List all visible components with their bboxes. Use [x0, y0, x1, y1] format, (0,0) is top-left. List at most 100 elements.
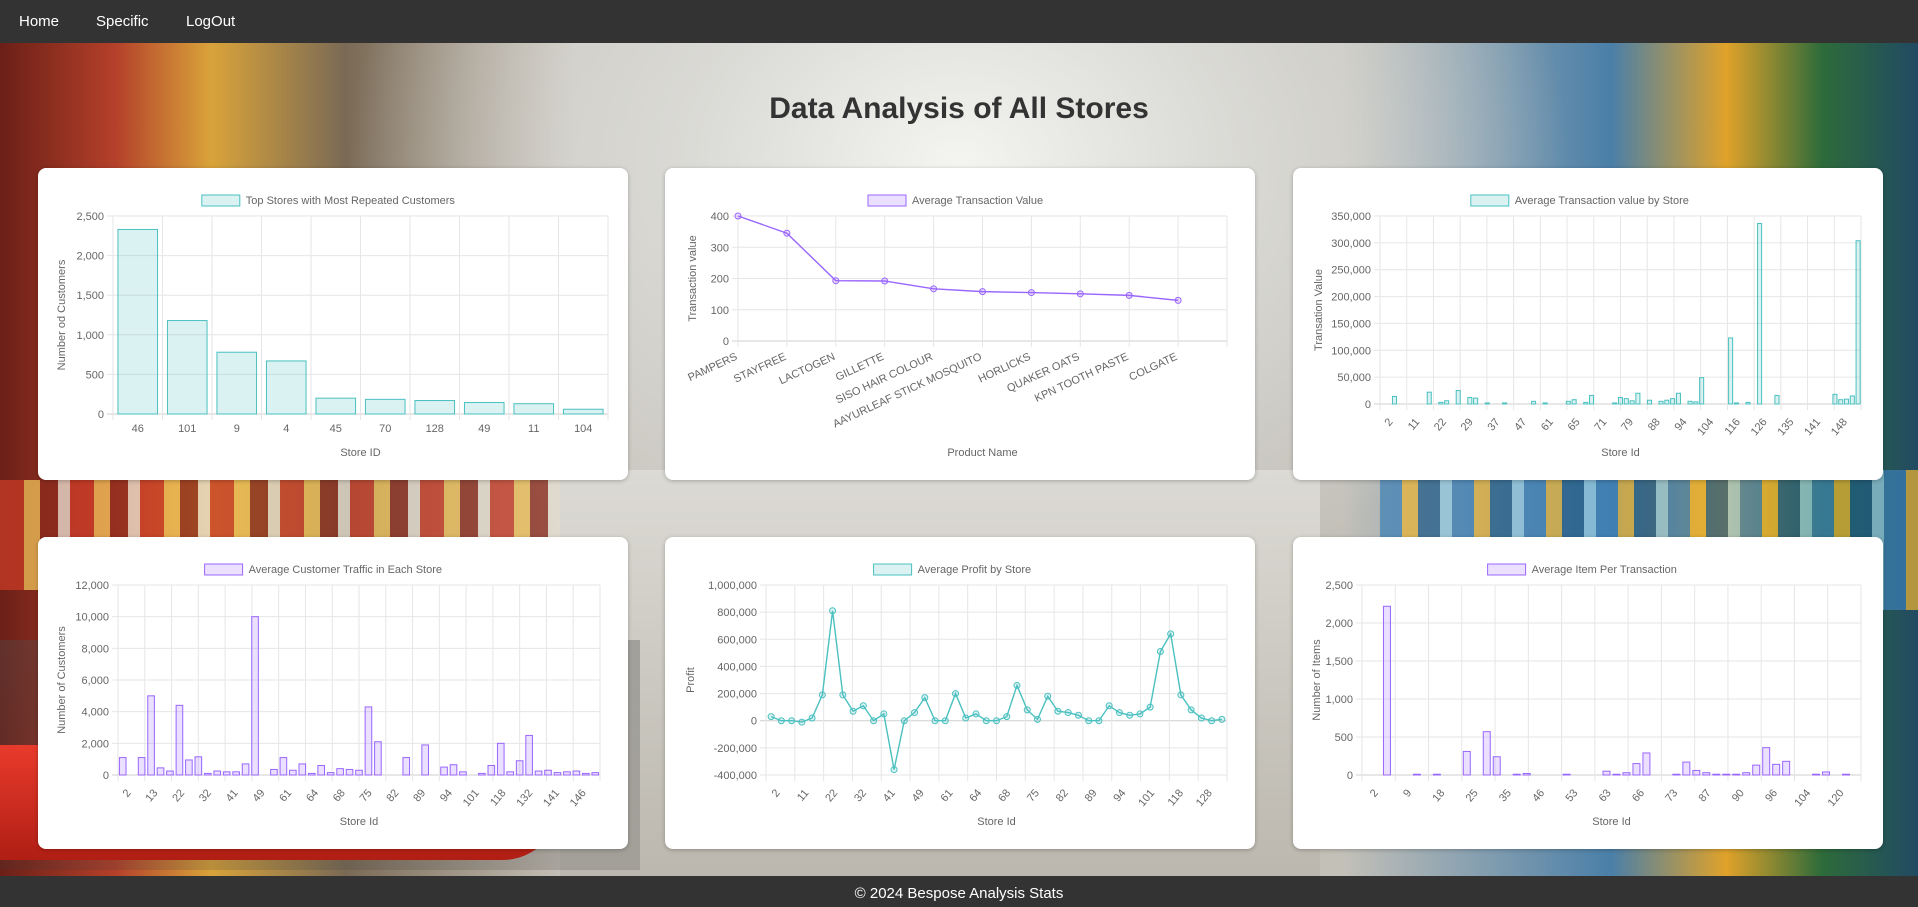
data-point — [982, 717, 990, 725]
y-tick-label: 12,000 — [75, 580, 109, 592]
bar — [1702, 772, 1711, 776]
bar — [1588, 394, 1595, 405]
bar — [553, 772, 562, 776]
data-point — [921, 694, 929, 702]
x-tick-label: 104 — [1695, 416, 1716, 438]
bar — [513, 403, 555, 415]
bar — [414, 400, 456, 415]
data-point — [1167, 630, 1175, 638]
bar — [137, 757, 146, 776]
nav-home-link[interactable]: Home — [19, 13, 59, 30]
bar — [1838, 399, 1844, 405]
data-point — [859, 702, 867, 710]
x-tick-label: 126 — [1749, 416, 1770, 438]
x-tick-label: 41 — [881, 787, 898, 804]
x-tick-label: 90 — [1730, 787, 1747, 804]
data-point — [979, 288, 986, 296]
data-point — [1187, 706, 1195, 714]
y-tick-label: -400,000 — [714, 770, 757, 782]
y-tick-label: 2,000 — [1325, 618, 1353, 630]
bar — [1642, 752, 1651, 776]
nav-logout-link[interactable]: LogOut — [186, 13, 235, 30]
bar — [251, 616, 259, 776]
bar — [515, 760, 524, 776]
x-tick-label: 120 — [1826, 787, 1847, 809]
data-point — [972, 710, 980, 718]
x-tick-label: 46 — [1530, 787, 1547, 804]
chart-avg-profit: Average Profit by Store -400,000 -200,000 0… — [685, 563, 1228, 828]
x-tick-label: 87 — [1697, 787, 1714, 804]
bar — [1512, 773, 1521, 776]
x-tick-label: COLGATE — [1127, 351, 1179, 384]
nav-specific-link[interactable]: Specific — [96, 13, 149, 30]
bar — [364, 398, 406, 415]
x-tick-label: 45 — [330, 423, 342, 435]
x-tick-label: 132 — [514, 787, 535, 809]
footer: © 2024 Bespose Analysis Stats — [0, 876, 1918, 907]
bar — [1612, 402, 1618, 405]
bar — [402, 757, 411, 776]
x-tick-label: 118 — [488, 787, 508, 808]
bar — [1617, 397, 1624, 405]
data-point — [1125, 291, 1133, 299]
bar — [1687, 400, 1693, 405]
y-tick-label: 0 — [1347, 770, 1353, 782]
data-point — [1177, 691, 1185, 699]
bar — [298, 763, 307, 776]
x-tick-label: 61 — [939, 787, 956, 804]
data-point — [880, 710, 888, 718]
x-tick-label: 118 — [1166, 787, 1186, 808]
data-point — [1076, 290, 1084, 298]
y-tick-label: 2,500 — [76, 211, 104, 223]
y-tick-label: 150,000 — [1331, 318, 1371, 330]
legend-label: Average Transaction Value — [912, 195, 1043, 207]
y-tick-label: 600,000 — [717, 634, 757, 646]
bar — [1412, 773, 1421, 776]
data-point — [911, 709, 919, 717]
bar — [194, 756, 203, 776]
bar — [1728, 337, 1734, 405]
y-axis-label: Profit — [685, 667, 697, 693]
bar — [1571, 399, 1577, 405]
y-tick-label: 200,000 — [717, 689, 757, 701]
data-point — [1003, 713, 1011, 721]
bar — [1531, 400, 1537, 405]
legend-label: Average Customer Traffic in Each Store — [249, 564, 442, 576]
x-tick-label: 22 — [1432, 416, 1449, 433]
x-tick-label: 71 — [1592, 416, 1609, 433]
data-point — [993, 717, 1000, 725]
x-tick-label: 88 — [1646, 416, 1663, 433]
bar — [175, 704, 184, 776]
y-axis-label: Transation Value — [1313, 269, 1325, 351]
chart-items-per-transaction: Average Item Per Transaction 0 500 1,000 1,5… — [1311, 563, 1862, 828]
data-point — [930, 285, 938, 293]
data-point — [818, 691, 826, 699]
chart-card-avg-profit: Average Profit by Store -400,000 -200,000 0… — [665, 537, 1255, 849]
y-tick-label: 200,000 — [1331, 292, 1371, 304]
data-point — [1218, 715, 1226, 723]
chart-transaction-by-store: Average Transaction value by Store 0 50,00… — [1313, 194, 1862, 459]
bar — [147, 695, 155, 776]
x-tick-label: 13 — [143, 787, 160, 804]
y-tick-label: 500 — [1335, 732, 1353, 744]
bar — [1438, 401, 1444, 405]
bar — [1812, 773, 1821, 776]
bar — [1733, 402, 1739, 405]
bar — [232, 771, 240, 776]
x-tick-label: 75 — [1025, 787, 1042, 804]
x-tick-label: 146 — [568, 787, 589, 809]
bar — [317, 765, 326, 776]
bar — [315, 397, 357, 415]
y-axis-label: Number of Customers — [56, 626, 68, 734]
x-tick-label: 29 — [1459, 416, 1476, 433]
bar — [1391, 395, 1398, 405]
series-line — [737, 215, 1179, 302]
x-tick-label: 11 — [528, 423, 539, 435]
bar — [185, 759, 193, 776]
legend-swatch — [204, 563, 244, 576]
x-tick-label: 68 — [331, 787, 348, 804]
x-tick-label: 25 — [1464, 787, 1481, 804]
bar — [222, 771, 231, 776]
chart-card-items-per-transaction: Average Item Per Transaction 0 500 1,000 1,5… — [1293, 537, 1883, 849]
bar — [355, 769, 363, 776]
